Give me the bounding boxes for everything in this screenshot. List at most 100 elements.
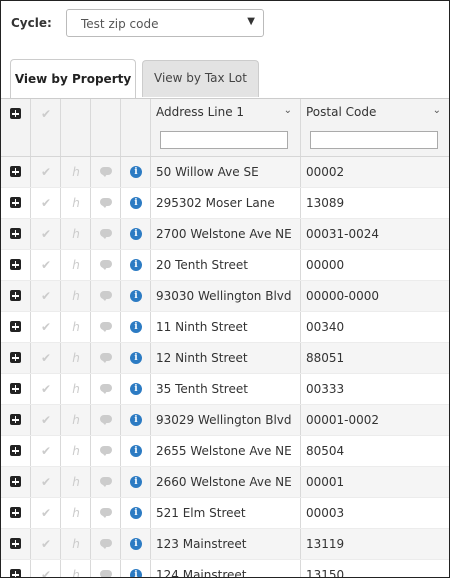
history-icon[interactable]: h xyxy=(69,320,83,334)
row-info-cell[interactable]: i xyxy=(121,436,151,466)
row-history-cell[interactable]: h xyxy=(61,529,91,559)
row-expand-cell[interactable] xyxy=(1,560,31,577)
info-circle-icon[interactable]: i xyxy=(130,383,142,395)
row-history-cell[interactable]: h xyxy=(61,560,91,577)
comment-icon[interactable] xyxy=(100,446,112,456)
postal-filter-input[interactable] xyxy=(310,131,438,149)
row-info-cell[interactable]: i xyxy=(121,219,151,249)
row-expand-cell[interactable] xyxy=(1,498,31,528)
info-circle-icon[interactable]: i xyxy=(130,228,142,240)
row-expand-cell[interactable] xyxy=(1,157,31,187)
row-select-cell[interactable]: ✔ xyxy=(31,436,61,466)
plus-square-icon[interactable] xyxy=(10,445,21,456)
comment-icon[interactable] xyxy=(100,198,112,208)
row-notes-cell[interactable] xyxy=(91,498,121,528)
plus-square-icon[interactable] xyxy=(10,476,21,487)
comment-icon[interactable] xyxy=(100,167,112,177)
row-select-cell[interactable]: ✔ xyxy=(31,157,61,187)
check-icon[interactable]: ✔ xyxy=(39,289,53,303)
row-history-cell[interactable]: h xyxy=(61,498,91,528)
row-select-cell[interactable]: ✔ xyxy=(31,405,61,435)
row-notes-cell[interactable] xyxy=(91,560,121,577)
row-history-cell[interactable]: h xyxy=(61,405,91,435)
row-expand-cell[interactable] xyxy=(1,281,31,311)
comment-icon[interactable] xyxy=(100,291,112,301)
history-icon[interactable]: h xyxy=(69,196,83,210)
row-info-cell[interactable]: i xyxy=(121,250,151,280)
check-icon[interactable]: ✔ xyxy=(39,351,53,365)
header-address-line-1[interactable]: Address Line 1 ⌄ xyxy=(151,99,301,156)
plus-square-icon[interactable] xyxy=(10,352,21,363)
row-info-cell[interactable]: i xyxy=(121,560,151,577)
check-icon[interactable]: ✔ xyxy=(39,227,53,241)
row-expand-cell[interactable] xyxy=(1,374,31,404)
header-select-all[interactable]: ✔ xyxy=(31,99,61,156)
row-expand-cell[interactable] xyxy=(1,312,31,342)
plus-square-icon[interactable] xyxy=(10,228,21,239)
check-icon[interactable]: ✔ xyxy=(39,475,53,489)
row-info-cell[interactable]: i xyxy=(121,343,151,373)
history-icon[interactable]: h xyxy=(69,289,83,303)
row-history-cell[interactable]: h xyxy=(61,281,91,311)
comment-icon[interactable] xyxy=(100,570,112,577)
plus-square-icon[interactable] xyxy=(10,259,21,270)
plus-square-icon[interactable] xyxy=(10,507,21,518)
row-select-cell[interactable]: ✔ xyxy=(31,343,61,373)
comment-icon[interactable] xyxy=(100,260,112,270)
check-icon[interactable]: ✔ xyxy=(39,258,53,272)
row-notes-cell[interactable] xyxy=(91,529,121,559)
row-info-cell[interactable]: i xyxy=(121,188,151,218)
history-icon[interactable]: h xyxy=(69,444,83,458)
info-circle-icon[interactable]: i xyxy=(130,507,142,519)
row-expand-cell[interactable] xyxy=(1,436,31,466)
row-notes-cell[interactable] xyxy=(91,436,121,466)
history-icon[interactable]: h xyxy=(69,227,83,241)
comment-icon[interactable] xyxy=(100,353,112,363)
comment-icon[interactable] xyxy=(100,539,112,549)
info-circle-icon[interactable]: i xyxy=(130,352,142,364)
history-icon[interactable]: h xyxy=(69,413,83,427)
check-icon[interactable]: ✔ xyxy=(39,444,53,458)
plus-square-icon[interactable] xyxy=(10,108,21,119)
row-info-cell[interactable]: i xyxy=(121,405,151,435)
plus-square-icon[interactable] xyxy=(10,538,21,549)
row-notes-cell[interactable] xyxy=(91,405,121,435)
row-info-cell[interactable]: i xyxy=(121,374,151,404)
plus-square-icon[interactable] xyxy=(10,414,21,425)
row-history-cell[interactable]: h xyxy=(61,436,91,466)
row-select-cell[interactable]: ✔ xyxy=(31,219,61,249)
row-notes-cell[interactable] xyxy=(91,157,121,187)
row-history-cell[interactable]: h xyxy=(61,312,91,342)
history-icon[interactable]: h xyxy=(69,258,83,272)
row-notes-cell[interactable] xyxy=(91,343,121,373)
row-expand-cell[interactable] xyxy=(1,343,31,373)
row-history-cell[interactable]: h xyxy=(61,157,91,187)
row-expand-cell[interactable] xyxy=(1,250,31,280)
info-circle-icon[interactable]: i xyxy=(130,538,142,550)
plus-square-icon[interactable] xyxy=(10,290,21,301)
row-expand-cell[interactable] xyxy=(1,219,31,249)
plus-square-icon[interactable] xyxy=(10,166,21,177)
row-select-cell[interactable]: ✔ xyxy=(31,250,61,280)
chevron-down-icon[interactable]: ⌄ xyxy=(284,105,292,116)
plus-square-icon[interactable] xyxy=(10,321,21,332)
row-select-cell[interactable]: ✔ xyxy=(31,560,61,577)
plus-square-icon[interactable] xyxy=(10,569,21,577)
info-circle-icon[interactable]: i xyxy=(130,197,142,209)
row-info-cell[interactable]: i xyxy=(121,312,151,342)
row-select-cell[interactable]: ✔ xyxy=(31,312,61,342)
check-icon[interactable]: ✔ xyxy=(39,165,53,179)
comment-icon[interactable] xyxy=(100,508,112,518)
row-history-cell[interactable]: h xyxy=(61,250,91,280)
check-icon[interactable]: ✔ xyxy=(39,413,53,427)
row-expand-cell[interactable] xyxy=(1,188,31,218)
row-expand-cell[interactable] xyxy=(1,405,31,435)
info-circle-icon[interactable]: i xyxy=(130,166,142,178)
comment-icon[interactable] xyxy=(100,415,112,425)
plus-square-icon[interactable] xyxy=(10,197,21,208)
check-icon[interactable]: ✔ xyxy=(39,537,53,551)
row-history-cell[interactable]: h xyxy=(61,467,91,497)
history-icon[interactable]: h xyxy=(69,165,83,179)
history-icon[interactable]: h xyxy=(69,506,83,520)
row-notes-cell[interactable] xyxy=(91,467,121,497)
